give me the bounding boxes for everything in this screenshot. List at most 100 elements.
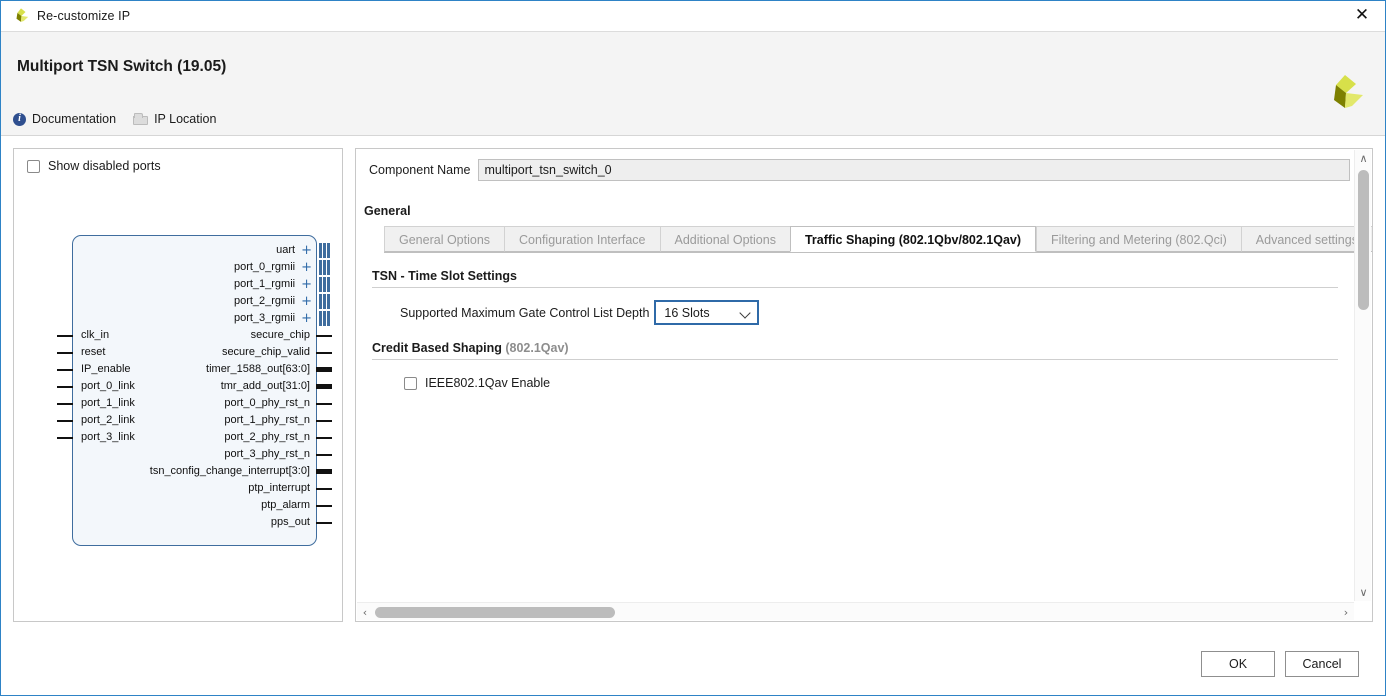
pin-connector [316, 352, 332, 354]
pin-label: port_3_rgmii [233, 312, 296, 324]
output-pin-row: pps_out [73, 514, 332, 531]
credit-based-shaping-title-text: Credit Based Shaping [372, 341, 506, 355]
vertical-scrollbar[interactable]: ∧ ∨ [1354, 150, 1371, 601]
checkbox-box[interactable] [27, 159, 40, 173]
pin-connector [57, 437, 73, 439]
general-section-label: General [364, 204, 411, 218]
pin-label: secure_chip [250, 329, 310, 341]
component-name-label: Component Name [369, 163, 471, 177]
pin-connector [316, 488, 332, 490]
ip-block: uart + port_0_rgmii + port_1_rgmii + port_2_rg… [57, 235, 332, 546]
output-pin-row: port_1_phy_rst_n port_2_link [57, 412, 332, 429]
pin-label: port_0_phy_rst_n [224, 397, 310, 409]
bus-connector-icon [319, 260, 331, 275]
header-links: i Documentation IP Location [13, 112, 216, 126]
bus-connector-icon [319, 277, 331, 292]
expand-bus-icon[interactable]: + [301, 295, 312, 308]
pin-connector [316, 367, 332, 372]
output-pin-row: ptp_alarm [73, 497, 332, 514]
ok-button[interactable]: OK [1201, 651, 1275, 677]
vertical-scrollbar-thumb[interactable] [1358, 170, 1369, 310]
pin-label: IP_enable [81, 363, 131, 375]
gate-control-list-depth-select[interactable]: 16 Slots [654, 300, 760, 325]
output-pin-row: port_2_rgmii + [73, 293, 330, 310]
pin-label: secure_chip_valid [221, 346, 310, 358]
output-pin-row: port_1_rgmii + [73, 276, 330, 293]
pin-label: port_1_phy_rst_n [224, 414, 310, 426]
microsemi-logo-icon [1334, 75, 1363, 108]
microsemi-logo-icon [16, 8, 29, 22]
pin-connector [57, 352, 73, 354]
show-disabled-ports-checkbox[interactable]: Show disabled ports [27, 159, 161, 173]
pin-label: port_0_rgmii [233, 261, 296, 273]
pin-connector [57, 403, 73, 405]
pin-label: port_1_rgmii [233, 278, 296, 290]
expand-bus-icon[interactable]: + [301, 312, 312, 325]
pin-connector [57, 420, 73, 422]
gate-control-list-depth-row: Supported Maximum Gate Control List Dept… [372, 300, 1338, 325]
pin-label: port_2_link [81, 414, 135, 426]
output-pin-row: secure_chip_valid reset [57, 344, 332, 361]
scroll-down-icon[interactable]: ∨ [1355, 584, 1372, 601]
pin-label: port_3_link [81, 431, 135, 443]
tab-filtering-and-metering-802-qci[interactable]: Filtering and Metering (802.Qci) [1036, 226, 1241, 252]
output-pin-row: secure_chip clk_in [57, 327, 332, 344]
ip-location-label: IP Location [154, 112, 217, 126]
pin-label: port_0_link [81, 380, 135, 392]
pin-connector [316, 420, 332, 422]
scroll-up-icon[interactable]: ∧ [1355, 150, 1372, 167]
bus-connector-icon [319, 243, 331, 258]
show-disabled-ports-label: Show disabled ports [48, 159, 161, 173]
configuration-panel: Component Name General General OptionsCo… [355, 148, 1373, 622]
checkbox-box[interactable] [404, 376, 417, 390]
scroll-left-icon[interactable]: ‹ [357, 603, 373, 621]
tab-configuration-interface[interactable]: Configuration Interface [504, 226, 660, 252]
pin-connector [316, 505, 332, 507]
pin-connector [316, 522, 332, 524]
output-pin-row: port_2_phy_rst_n port_3_link [57, 429, 332, 446]
output-pin-row: port_3_rgmii + [73, 310, 330, 327]
tsn-time-slot-settings-group: TSN - Time Slot Settings Supported Maxim… [372, 269, 1338, 325]
output-pin-row: timer_1588_out[63:0] IP_enable [57, 361, 332, 378]
pin-connector [316, 335, 332, 337]
documentation-label: Documentation [32, 112, 117, 126]
pin-label: port_2_phy_rst_n [224, 431, 310, 443]
tab-additional-options[interactable]: Additional Options [659, 226, 790, 252]
expand-bus-icon[interactable]: + [301, 278, 312, 291]
qav-enable-checkbox[interactable]: IEEE802.1Qav Enable [372, 376, 1338, 390]
output-pin-row: port_3_phy_rst_n [73, 446, 332, 463]
configuration-content: Component Name General General OptionsCo… [356, 149, 1372, 621]
pin-label: ptp_alarm [261, 499, 310, 511]
tab-advanced-settings[interactable]: Advanced settings [1240, 226, 1372, 252]
credit-based-shaping-title: Credit Based Shaping (802.1Qav) [372, 341, 1338, 360]
pin-label: port_3_phy_rst_n [224, 448, 310, 460]
component-name-input[interactable] [478, 159, 1350, 181]
scroll-right-icon[interactable]: › [1338, 603, 1354, 621]
pin-connector [57, 335, 73, 337]
info-icon: i [13, 112, 26, 126]
credit-based-shaping-standard: (802.1Qav) [505, 341, 569, 355]
tsn-time-slot-settings-title: TSN - Time Slot Settings [372, 269, 1338, 288]
chevron-down-icon [741, 308, 750, 317]
traffic-shaping-tab-panel: TSN - Time Slot Settings Supported Maxim… [356, 269, 1354, 390]
documentation-link[interactable]: i Documentation [13, 112, 116, 126]
title-bar: Re-customize IP ✕ [1, 1, 1385, 31]
expand-bus-icon[interactable]: + [301, 261, 312, 274]
expand-bus-icon[interactable]: + [301, 244, 312, 257]
pin-label: clk_in [81, 329, 110, 341]
ip-location-link[interactable]: IP Location [133, 112, 216, 126]
cancel-button[interactable]: Cancel [1285, 651, 1359, 677]
horizontal-scrollbar[interactable]: ‹ › [357, 602, 1354, 620]
horizontal-scrollbar-thumb[interactable] [375, 607, 615, 618]
tab-traffic-shaping-802-1qbv-802-1qav[interactable]: Traffic Shaping (802.1Qbv/802.1Qav) [789, 226, 1037, 252]
block-diagram-panel: Show disabled ports uart + port_0_rgmii + po… [13, 148, 343, 622]
gate-control-list-depth-label: Supported Maximum Gate Control List Dept… [400, 305, 650, 320]
gate-control-list-depth-value: 16 Slots [664, 305, 710, 320]
tab-strip: General Options Configuration Interface Ad… [384, 226, 1372, 253]
tab-general-options[interactable]: General Options [384, 226, 505, 252]
output-pin-row: port_0_phy_rst_n port_1_link [57, 395, 332, 412]
close-icon[interactable]: ✕ [1339, 1, 1385, 30]
pin-label: timer_1588_out[63:0] [206, 363, 310, 375]
pin-connector [316, 384, 332, 389]
pin-label: uart [276, 244, 296, 256]
